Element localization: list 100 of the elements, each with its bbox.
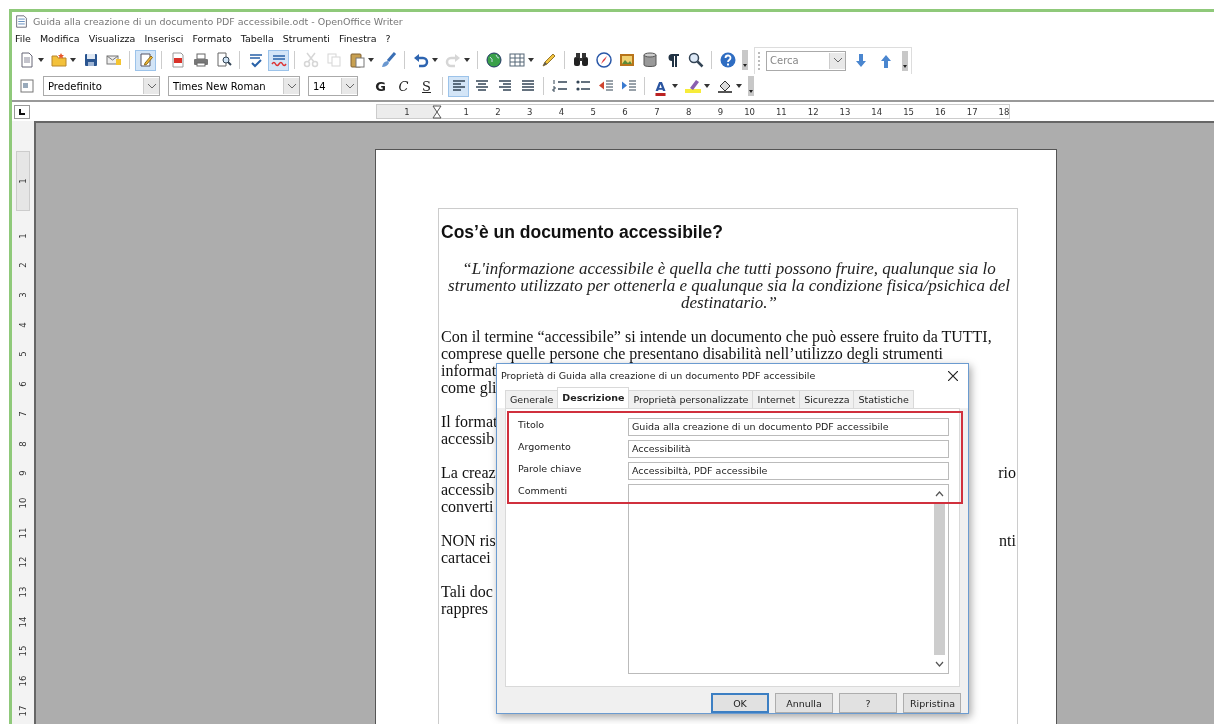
indent-marker-icon[interactable] — [432, 104, 442, 119]
ruler-number: 9 — [717, 106, 724, 117]
document-icon — [18, 52, 35, 68]
caret-icon[interactable] — [736, 84, 742, 88]
tab[interactable]: Generale — [505, 389, 559, 408]
clipboard-icon — [348, 52, 365, 68]
field-label: Commenti — [518, 483, 569, 498]
menu-item[interactable]: Inserisci — [144, 33, 184, 44]
tab[interactable]: Statistiche — [853, 389, 914, 408]
format-button[interactable]: S — [416, 75, 437, 97]
size-combo[interactable]: 14 — [308, 76, 358, 96]
caret-icon[interactable] — [70, 58, 76, 62]
text-field[interactable]: Guida alla creazione di un documento PDF accessibile — [628, 417, 949, 436]
menu-item[interactable]: Formato — [192, 33, 232, 44]
ruler-number: 3 — [526, 106, 533, 117]
menu-item[interactable]: ? — [385, 33, 391, 44]
field-label: Argomento — [518, 439, 572, 454]
toolbar-button[interactable] — [483, 49, 504, 71]
caret-icon[interactable] — [704, 84, 710, 88]
ruler-number: 1 — [404, 106, 410, 117]
align-right-icon — [496, 78, 513, 94]
body-text: comprese quelle persone che presentano disabilità nell’utilizzo degli strumenti — [441, 345, 944, 362]
edit-icon — [137, 52, 154, 68]
ruler-number: 5 — [18, 351, 28, 358]
menu-item[interactable]: Tabella — [240, 33, 274, 44]
font-color-button[interactable]: A — [650, 75, 671, 97]
ruler-number: 1 — [18, 178, 28, 184]
brush-icon — [380, 52, 397, 68]
toolbar-overflow-icon[interactable] — [748, 76, 754, 96]
ruler-number: 5 — [590, 106, 596, 117]
app-icon — [15, 14, 28, 28]
ruler-number: 13 — [18, 586, 28, 598]
dialog-button[interactable]: ? — [839, 693, 897, 713]
toolbar-overflow-icon[interactable] — [902, 50, 908, 71]
caret-icon[interactable] — [528, 58, 534, 62]
caret-icon[interactable] — [672, 84, 678, 88]
ruler-number: 18 — [998, 106, 1010, 117]
ruler-number: 11 — [775, 106, 787, 117]
menu-item[interactable]: Visualizza — [88, 33, 136, 44]
ruler[interactable]: 1 1 2 3 4 5 6 7 8 9 10 11 12 13 14 15 16 17 — [12, 121, 34, 724]
body-text: Con il termine “accessibile” si intende un documento che può essere fruito da TUTTI, — [441, 328, 992, 345]
ruler-number: 8 — [18, 440, 28, 447]
zoom-icon — [687, 52, 704, 68]
text-field[interactable]: Accessibilità — [628, 439, 949, 458]
compass-icon — [595, 52, 612, 68]
text-field[interactable]: Accessibiltà, PDF accessibile — [628, 461, 949, 480]
menu-item[interactable]: Modifica — [39, 33, 80, 44]
close-icon[interactable] — [948, 370, 958, 381]
search-field[interactable]: Cerca — [766, 50, 846, 71]
ruler-number: 1 — [18, 233, 28, 239]
menu-item[interactable]: Strumenti — [282, 33, 330, 44]
help-icon — [719, 52, 736, 68]
tab[interactable]: Internet — [752, 389, 801, 408]
redo-icon — [444, 52, 461, 68]
undo-icon — [412, 52, 429, 68]
style-combo[interactable]: Predefinito — [43, 76, 160, 96]
fill-color-icon — [716, 78, 733, 94]
tab-stop-icon[interactable] — [14, 104, 30, 119]
ruler[interactable]: 1 1 2 3 4 5 6 7 8 9 10 11 12 13 14 15 16 17 18 — [376, 104, 1011, 119]
chevron-down-icon[interactable] — [147, 83, 156, 89]
caret-icon[interactable] — [38, 58, 44, 62]
body-text: nti — [999, 532, 1016, 549]
quote-paragraph: “L'informazione accessibile è quella che tutti possono fruire, qualunque sia lo strumento utilizzato per ottenerla e qualunque sia la condizione fisica/psichica del destinatario.” — [447, 260, 1011, 311]
format-button[interactable]: G — [370, 75, 391, 97]
chevron-down-icon[interactable] — [287, 83, 296, 89]
save-icon — [82, 52, 99, 68]
tab[interactable]: Proprietà personalizzate — [628, 389, 754, 408]
numbered-list-icon — [551, 78, 568, 94]
menu-item[interactable]: File — [15, 33, 31, 44]
autospell-icon — [270, 52, 287, 68]
binoculars-icon — [572, 52, 589, 68]
ruler-number: 12 — [807, 106, 819, 117]
toolbar-overflow-icon[interactable] — [742, 50, 748, 70]
ruler-number: 12 — [18, 556, 28, 568]
chevron-down-icon[interactable] — [833, 58, 842, 63]
dialog-button[interactable]: Annulla — [775, 693, 833, 713]
body-text: NON ris — [441, 532, 496, 549]
caret-icon[interactable] — [368, 58, 374, 62]
ruler-number: 16 — [934, 106, 946, 117]
format-button[interactable]: C — [393, 75, 414, 97]
preview-icon — [215, 52, 232, 68]
tab[interactable]: Sicurezza — [799, 389, 855, 408]
field-label: Titolo — [518, 417, 546, 432]
ruler-number: 16 — [18, 675, 28, 687]
dialog-button[interactable]: OK — [711, 693, 769, 713]
ruler-number: 13 — [839, 106, 851, 117]
highlighter-icon — [684, 78, 701, 94]
folder-icon — [50, 52, 67, 68]
font-combo[interactable]: Times New Roman — [168, 76, 300, 96]
caret-icon[interactable] — [464, 58, 470, 62]
ruler-number: 14 — [18, 616, 28, 628]
copy-icon — [325, 52, 342, 68]
chevron-down-icon[interactable] — [345, 83, 354, 89]
spellcheck-icon — [247, 52, 264, 68]
dialog-button[interactable]: Ripristina — [903, 693, 961, 713]
ruler-number: 2 — [18, 262, 28, 269]
caret-icon[interactable] — [432, 58, 438, 62]
ruler-number: 4 — [18, 322, 28, 328]
toolbar-button[interactable] — [593, 49, 614, 71]
menu-item[interactable]: Finestra — [338, 33, 377, 44]
